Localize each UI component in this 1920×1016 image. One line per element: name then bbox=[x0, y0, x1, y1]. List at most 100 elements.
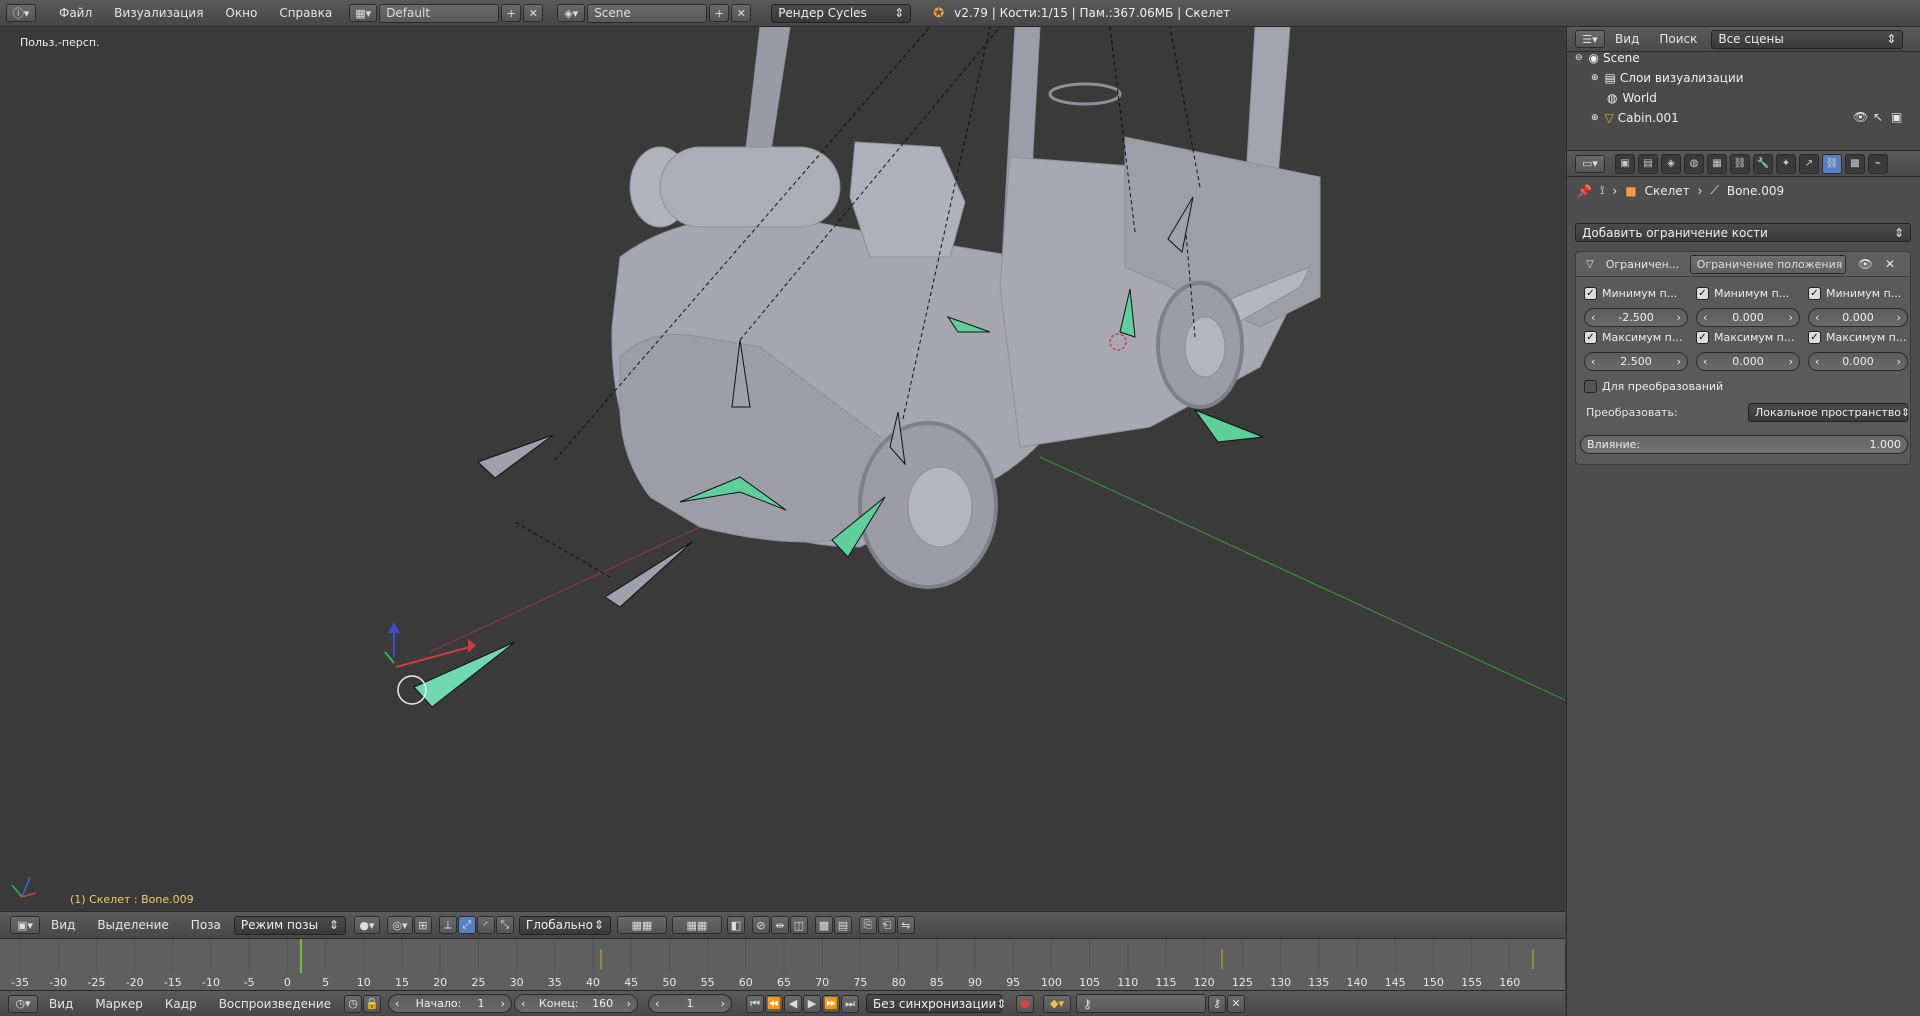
eye-icon[interactable]: 👁 bbox=[1853, 110, 1868, 124]
onion-icon[interactable]: ◫ bbox=[789, 916, 808, 934]
min-x-value-field[interactable]: ‹ -2.500 › bbox=[1584, 308, 1688, 327]
menu-help[interactable]: Справка bbox=[268, 6, 343, 20]
render-camera-icon[interactable]: ▣ bbox=[1891, 110, 1902, 124]
outliner-view-menu[interactable]: Вид bbox=[1605, 32, 1649, 46]
min-y-checkbox[interactable]: ✓ bbox=[1696, 287, 1709, 300]
paste-flipped-icon[interactable]: ⇋ bbox=[896, 916, 915, 934]
min-y-value-field[interactable]: ‹ 0.000 › bbox=[1696, 308, 1800, 327]
tl-menu-marker[interactable]: Маркер bbox=[84, 997, 154, 1011]
add-bone-constraint-dropdown[interactable]: Добавить ограничение кости ⇕ bbox=[1575, 223, 1911, 242]
pin-icon[interactable]: 📌 bbox=[1577, 184, 1592, 198]
outliner-display-dropdown[interactable]: Все сцены ⇕ bbox=[1711, 29, 1904, 49]
convert-space-dropdown[interactable]: Локальное пространство ⇕ bbox=[1748, 403, 1910, 422]
modifiers-tab-icon[interactable]: 🔧 bbox=[1753, 153, 1773, 174]
constraint-delete-icon[interactable]: ✕ bbox=[1885, 257, 1895, 271]
lock-icon[interactable]: 🔒 bbox=[363, 994, 382, 1013]
insert-keyframe-icon[interactable]: ⚷ bbox=[1208, 994, 1227, 1013]
max-z-checkbox[interactable]: ✓ bbox=[1808, 331, 1821, 344]
bone-tab-icon[interactable]: ↗ bbox=[1799, 153, 1819, 174]
min-z-value-field[interactable]: ‹ 0.000 › bbox=[1808, 308, 1908, 327]
timeline-area[interactable]: -35 -30 -25 -20 -15 -10 -5 0 5 10 15 20 25 30 35 40 45 50… bbox=[0, 938, 1565, 990]
3d-viewport[interactable]: Польз.-персп. (1) Скелет : Bone.009 bbox=[0, 27, 1565, 911]
for-transform-checkbox[interactable] bbox=[1584, 380, 1597, 393]
jump-start-icon[interactable]: ⏮ bbox=[746, 994, 765, 1013]
layers-grid-2-icon[interactable]: ▦▦ bbox=[671, 916, 722, 934]
min-x-checkbox[interactable]: ✓ bbox=[1584, 287, 1597, 300]
constraint-name-field[interactable]: Ограничение положения bbox=[1689, 254, 1846, 274]
outliner-row-cabin[interactable]: ⊕ ▽ Cabin.001 bbox=[1591, 108, 1679, 128]
constraints-tab-icon[interactable]: ⛓ bbox=[1730, 153, 1750, 174]
manipulator-toggle-icon[interactable]: ⊞ bbox=[413, 916, 432, 934]
constraint-visibility-eye-icon[interactable]: 👁 bbox=[1858, 257, 1873, 271]
menu-window[interactable]: Окно bbox=[214, 6, 268, 20]
jump-next-key-icon[interactable]: ⏩ bbox=[822, 994, 841, 1013]
mode-dropdown[interactable]: Режим позы ⇕ bbox=[233, 915, 346, 935]
bone-constraint-tab-icon[interactable]: ⛓ bbox=[1822, 153, 1842, 174]
opengl-render-icon[interactable]: ▩ bbox=[814, 916, 833, 934]
data-tab-icon[interactable]: ✦ bbox=[1776, 153, 1796, 174]
max-y-checkbox[interactable]: ✓ bbox=[1696, 331, 1709, 344]
keyframe-type-icon[interactable]: ◆▾ bbox=[1043, 994, 1072, 1013]
min-y-checkbox-row[interactable]: ✓ Минимум п... bbox=[1696, 287, 1800, 300]
pivot-icon[interactable]: ◎▾ bbox=[386, 916, 413, 934]
outliner-row-scene[interactable]: ⊖ ◉ Scene bbox=[1575, 48, 1640, 68]
influence-slider[interactable]: Влияние: 1.000 bbox=[1580, 435, 1908, 454]
outliner-search-menu[interactable]: Поиск bbox=[1649, 32, 1707, 46]
paste-pose-icon[interactable]: ⎗ bbox=[877, 916, 896, 934]
shading-icon[interactable]: ●▾ bbox=[353, 916, 380, 934]
cursor-select-icon[interactable]: ↖ bbox=[1873, 110, 1883, 124]
collapse-triangle-icon[interactable]: ▽ bbox=[1586, 259, 1594, 270]
copy-pose-icon[interactable]: ⎘ bbox=[858, 916, 877, 934]
end-frame-field[interactable]: ‹ Конец: 160 › bbox=[514, 994, 639, 1013]
menu-render[interactable]: Визуализация bbox=[103, 6, 214, 20]
scene-close-icon[interactable]: ✕ bbox=[731, 4, 752, 22]
layout-name-field[interactable]: Default bbox=[379, 3, 500, 23]
transform-mode-icon[interactable]: ⤡ bbox=[495, 916, 514, 934]
keying-set-field[interactable]: ⚷ bbox=[1076, 994, 1207, 1013]
jump-end-icon[interactable]: ⏭ bbox=[841, 994, 860, 1013]
for-transform-checkbox-row[interactable]: Для преобразований bbox=[1584, 380, 1784, 393]
mirror-icon[interactable]: ⇹ bbox=[770, 916, 789, 934]
info-editor-type-icon[interactable]: ⓘ▾ bbox=[6, 4, 36, 22]
world-tab-icon[interactable]: ◍ bbox=[1684, 153, 1704, 174]
menu-file[interactable]: Файл bbox=[48, 6, 103, 20]
object-tab-icon[interactable]: ▦ bbox=[1707, 153, 1727, 174]
viewport-editor-icon[interactable]: ▣▾ bbox=[10, 916, 40, 934]
scene-add-icon[interactable]: + bbox=[709, 4, 730, 22]
vp-menu-view[interactable]: Вид bbox=[40, 918, 86, 932]
min-z-checkbox[interactable]: ✓ bbox=[1808, 287, 1821, 300]
rotate-icon[interactable]: ⤢ bbox=[457, 916, 476, 934]
play-reverse-icon[interactable]: ◀ bbox=[784, 994, 803, 1013]
play-icon[interactable]: ▶ bbox=[803, 994, 822, 1013]
layout-close-icon[interactable]: ✕ bbox=[523, 4, 544, 22]
tl-menu-playback[interactable]: Воспроизведение bbox=[208, 997, 342, 1011]
vp-menu-pose[interactable]: Поза bbox=[180, 918, 232, 932]
current-frame-field[interactable]: ‹ 1 › bbox=[648, 994, 733, 1013]
max-x-value-field[interactable]: ‹ 2.500 › bbox=[1584, 352, 1688, 371]
timeline-editor-icon[interactable]: ◷▾ bbox=[8, 994, 38, 1013]
orientation-dropdown[interactable]: Глобально ⇕ bbox=[518, 915, 611, 935]
properties-editor-icon[interactable]: ▭▾ bbox=[1575, 154, 1605, 173]
physics-tab-icon[interactable]: ⌁ bbox=[1868, 153, 1888, 174]
delete-keyframe-icon[interactable]: ✕ bbox=[1227, 994, 1246, 1013]
layers-grid-1-icon[interactable]: ▦▦ bbox=[616, 916, 667, 934]
auto-ik-icon[interactable]: ⊘ bbox=[751, 916, 770, 934]
max-z-checkbox-row[interactable]: ✓ Максимум п... bbox=[1808, 331, 1908, 344]
opengl-anim-icon[interactable]: ▤ bbox=[833, 916, 852, 934]
min-x-checkbox-row[interactable]: ✓ Минимум п... bbox=[1584, 287, 1688, 300]
layout-add-icon[interactable]: + bbox=[501, 4, 522, 22]
render-tab-icon[interactable]: ▣ bbox=[1615, 153, 1635, 174]
layers-tab-icon[interactable]: ▤ bbox=[1638, 153, 1658, 174]
scene-tab-icon[interactable]: ◈ bbox=[1661, 153, 1681, 174]
scale-icon[interactable]: ◜ bbox=[476, 916, 495, 934]
record-icon[interactable]: ● bbox=[1016, 994, 1035, 1013]
outliner-row-world[interactable]: ◍ World bbox=[1607, 88, 1657, 108]
scene-name-field[interactable]: Scene bbox=[587, 3, 708, 23]
preview-range-icon[interactable]: ◷ bbox=[344, 994, 363, 1013]
max-y-checkbox-row[interactable]: ✓ Максимум п... bbox=[1696, 331, 1800, 344]
texture-tab-icon[interactable]: ▩ bbox=[1845, 153, 1865, 174]
min-z-checkbox-row[interactable]: ✓ Минимум п... bbox=[1808, 287, 1908, 300]
max-x-checkbox[interactable]: ✓ bbox=[1584, 331, 1597, 344]
max-y-value-field[interactable]: ‹ 0.000 › bbox=[1696, 352, 1800, 371]
sync-dropdown[interactable]: Без синхронизации ⇕ bbox=[866, 994, 1006, 1013]
